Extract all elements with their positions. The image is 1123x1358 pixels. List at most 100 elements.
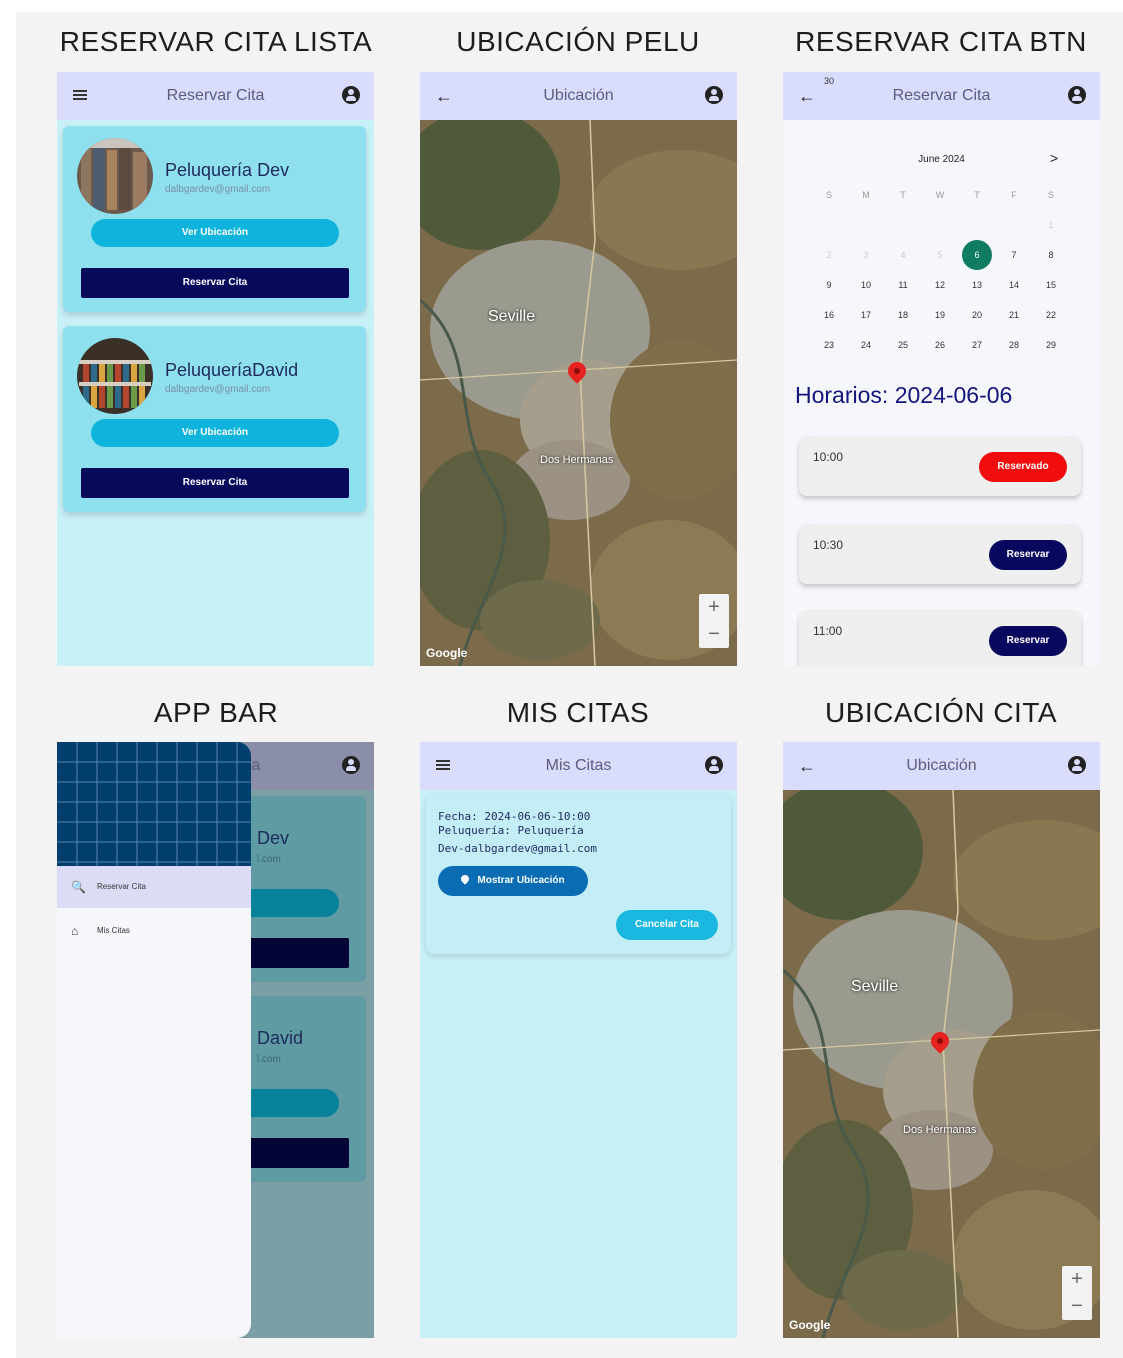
salon-email: dalbgardev@gmail.com	[165, 184, 271, 195]
salon-photo	[77, 138, 153, 214]
reservar-button[interactable]: Reservar	[989, 626, 1067, 656]
zoom-in-button[interactable]: +	[699, 594, 729, 621]
account-icon[interactable]	[1068, 756, 1086, 774]
zoom-out-button[interactable]: −	[1062, 1293, 1092, 1320]
screen-app-bar: ta Dev l.com David l.com 🔍 Reservar Cita…	[57, 742, 374, 1338]
drawer-item-label: Mis Citas	[97, 926, 130, 935]
app-bar: Reservar Cita	[57, 72, 374, 120]
chevron-right-icon[interactable]: >	[1050, 150, 1058, 166]
calendar-day[interactable]: 2	[817, 246, 841, 264]
zoom-controls: + −	[699, 594, 729, 648]
drawer-item-mis-citas[interactable]: ⌂ Mis Citas	[57, 910, 251, 952]
calendar-day[interactable]: 20	[965, 306, 989, 324]
map-town-label: Dos Hermanas	[903, 1124, 977, 1136]
search-icon: 🔍	[71, 880, 86, 894]
calendar-day[interactable]: 23	[817, 336, 841, 354]
calendar-day[interactable]: 22	[1039, 306, 1063, 324]
calendar-day[interactable]: 13	[965, 276, 989, 294]
salon-name-fragment: David	[257, 1028, 304, 1048]
reservar-cita-button[interactable]: Reservar Cita	[81, 468, 349, 498]
calendar-day-selected[interactable]: 6	[962, 240, 992, 270]
time-slot: 11:00 Reservar	[799, 610, 1081, 666]
calendar-day[interactable]: 10	[854, 276, 878, 294]
appointment-card: Fecha: 2024-06-06-10:00 Peluquería: Pelu…	[426, 794, 731, 954]
app-bar-title: Mis Citas	[545, 757, 612, 774]
ver-ubicacion-button[interactable]: Ver Ubicación	[91, 419, 339, 447]
zoom-out-button[interactable]: −	[699, 621, 729, 648]
mostrar-ubicacion-button[interactable]: Mostrar Ubicación	[438, 866, 588, 896]
screen-reservar-cita-btn: ← Reservar Cita June 2024 > SMTWTFS12345…	[783, 72, 1100, 666]
calendar-day[interactable]: 24	[854, 336, 878, 354]
map-city-label: Seville	[851, 978, 899, 995]
calendar-day[interactable]: 30	[817, 72, 841, 90]
slot-time: 10:30	[813, 538, 844, 552]
weekday-label: T	[900, 190, 906, 200]
app-bar: ← Ubicación	[420, 72, 737, 120]
salon-name-fragment: Dev	[257, 828, 290, 848]
calendar-day[interactable]: 12	[928, 276, 952, 294]
reservar-button[interactable]: Reservar	[989, 540, 1067, 570]
calendar-day[interactable]: 3	[854, 246, 878, 264]
slot-time: 11:00	[813, 624, 843, 638]
screen-ubicacion-cita: ← Ubicación Seville Dos Hermanas + − Goo…	[783, 742, 1100, 1338]
ver-ubicacion-button[interactable]: Ver Ubicación	[91, 219, 339, 247]
map-town-label: Dos Hermanas	[540, 454, 614, 466]
zoom-in-button[interactable]: +	[1062, 1266, 1092, 1293]
calendar-day[interactable]: 18	[891, 306, 915, 324]
salon-name: PeluqueríaDavid	[165, 360, 299, 380]
app-bar-title: Ubicación	[906, 757, 977, 774]
salon-name: Peluquería Dev	[165, 160, 290, 180]
account-icon[interactable]	[1068, 86, 1086, 104]
calendar-day[interactable]: 4	[891, 246, 915, 264]
salon-email-fragment: l.com	[257, 854, 281, 865]
account-icon[interactable]	[705, 86, 723, 104]
calendar-day[interactable]: 14	[1002, 276, 1026, 294]
app-bar: Mis Citas	[420, 742, 737, 790]
salon-card: PeluqueríaDavid dalbgardev@gmail.com Ver…	[63, 326, 366, 512]
calendar-day[interactable]: 9	[817, 276, 841, 294]
account-icon[interactable]	[342, 86, 360, 104]
app-bar-title: Reservar Cita	[166, 87, 265, 104]
weekday-label: W	[935, 190, 945, 200]
calendar-day[interactable]: 27	[965, 336, 989, 354]
calendar-day[interactable]: 17	[854, 306, 878, 324]
calendar-day[interactable]: 25	[891, 336, 915, 354]
slot-time: 10:00	[813, 450, 844, 464]
map-terrain	[783, 790, 1100, 1338]
satellite-map[interactable]: Seville Dos Hermanas + − Google	[420, 120, 737, 666]
calendar-day[interactable]: 28	[1002, 336, 1026, 354]
reservar-cita-button[interactable]: Reservar Cita	[81, 268, 349, 298]
map-terrain	[420, 120, 737, 666]
account-icon[interactable]	[342, 756, 360, 774]
screen-reservar-cita-lista: Reservar Cita Peluquería Dev dalbgardev@…	[57, 72, 374, 666]
screen-ubicacion-pelu: ← Ubicación Seville Dos Hermanas + − Goo…	[420, 72, 737, 666]
calendar-day[interactable]: 21	[1002, 306, 1026, 324]
calendar-day[interactable]: 26	[928, 336, 952, 354]
salon-avatar	[77, 338, 153, 414]
salon-card: Peluquería Dev dalbgardev@gmail.com Ver …	[63, 126, 366, 312]
location-pin-icon	[459, 873, 472, 885]
calendar-day[interactable]: 5	[928, 246, 952, 264]
caption-ubicacion-pelu: UBICACIÓN PELU	[456, 26, 700, 57]
google-logo: Google	[426, 646, 468, 660]
zoom-controls: + −	[1062, 1266, 1092, 1320]
calendar-day[interactable]: 8	[1039, 246, 1063, 264]
caption-reservar-cita-lista: RESERVAR CITA LISTA	[59, 26, 373, 57]
map-city-label: Seville	[488, 308, 536, 325]
salon-email-fragment: l.com	[257, 1054, 281, 1065]
calendar-day[interactable]: 1	[1039, 216, 1063, 234]
calendar-day[interactable]: 16	[817, 306, 841, 324]
reservado-button[interactable]: Reservado	[979, 452, 1067, 482]
drawer-item-reservar-cita[interactable]: 🔍 Reservar Cita	[57, 866, 251, 908]
calendar-day[interactable]: 29	[1039, 336, 1063, 354]
account-icon[interactable]	[705, 756, 723, 774]
satellite-map[interactable]: Seville Dos Hermanas + − Google	[783, 790, 1100, 1338]
calendar-day[interactable]: 19	[928, 306, 952, 324]
appointment-date: Fecha: 2024-06-06-10:00	[438, 810, 591, 823]
drawer-header	[57, 742, 251, 866]
cancelar-cita-button[interactable]: Cancelar Cita	[616, 910, 718, 940]
calendar-day[interactable]: 7	[1002, 246, 1026, 264]
screen-mis-citas: Mis Citas Fecha: 2024-06-06-10:00 Peluqu…	[420, 742, 737, 1338]
calendar-day[interactable]: 11	[891, 276, 915, 294]
calendar-day[interactable]: 15	[1039, 276, 1063, 294]
